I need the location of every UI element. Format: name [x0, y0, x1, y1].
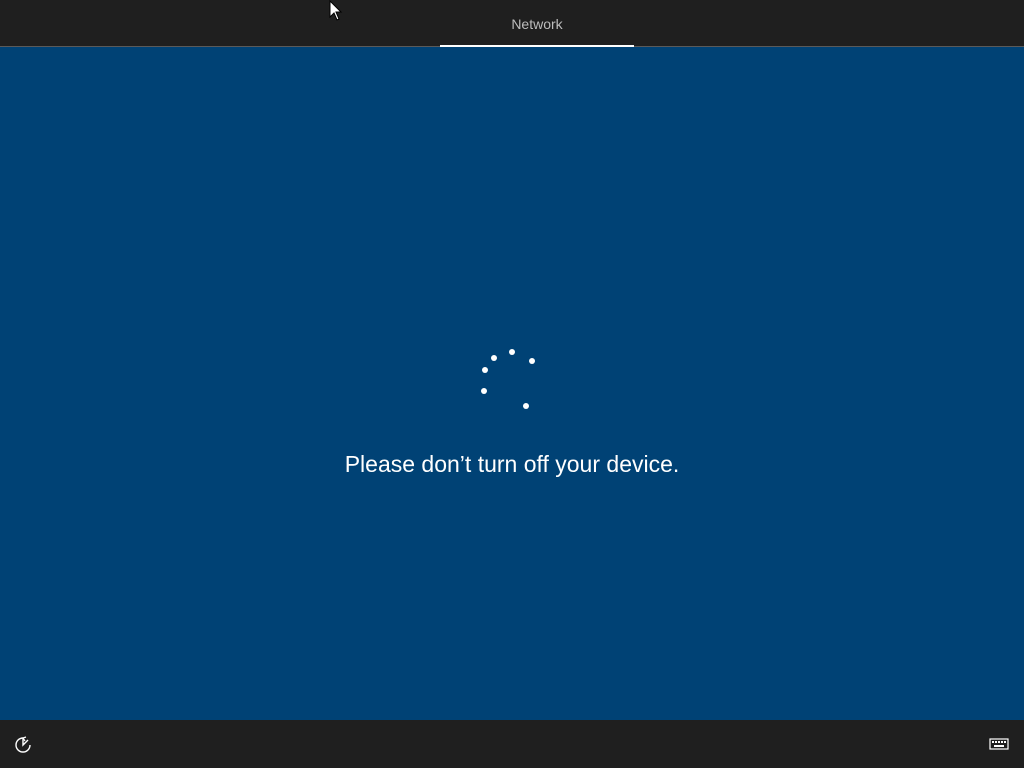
- spinner-dot: [509, 349, 515, 355]
- spinner-dot: [481, 388, 487, 394]
- status-message: Please don’t turn off your device.: [344, 451, 680, 477]
- spinner-dot: [491, 355, 497, 361]
- tab-network-label: Network: [511, 16, 563, 32]
- bottom-bar: [0, 720, 1024, 768]
- top-bar: Network: [0, 0, 1024, 47]
- loading-spinner-icon: [470, 337, 550, 417]
- tab-network: Network: [440, 0, 634, 47]
- ease-of-access-icon[interactable]: [12, 734, 34, 756]
- spinner-dot: [529, 358, 535, 364]
- main-content: Please don’t turn off your device.: [0, 47, 1024, 720]
- mouse-cursor-icon: [329, 0, 343, 21]
- spinner-dot: [482, 367, 488, 373]
- spinner-dot: [523, 403, 529, 409]
- keyboard-icon[interactable]: [988, 736, 1010, 752]
